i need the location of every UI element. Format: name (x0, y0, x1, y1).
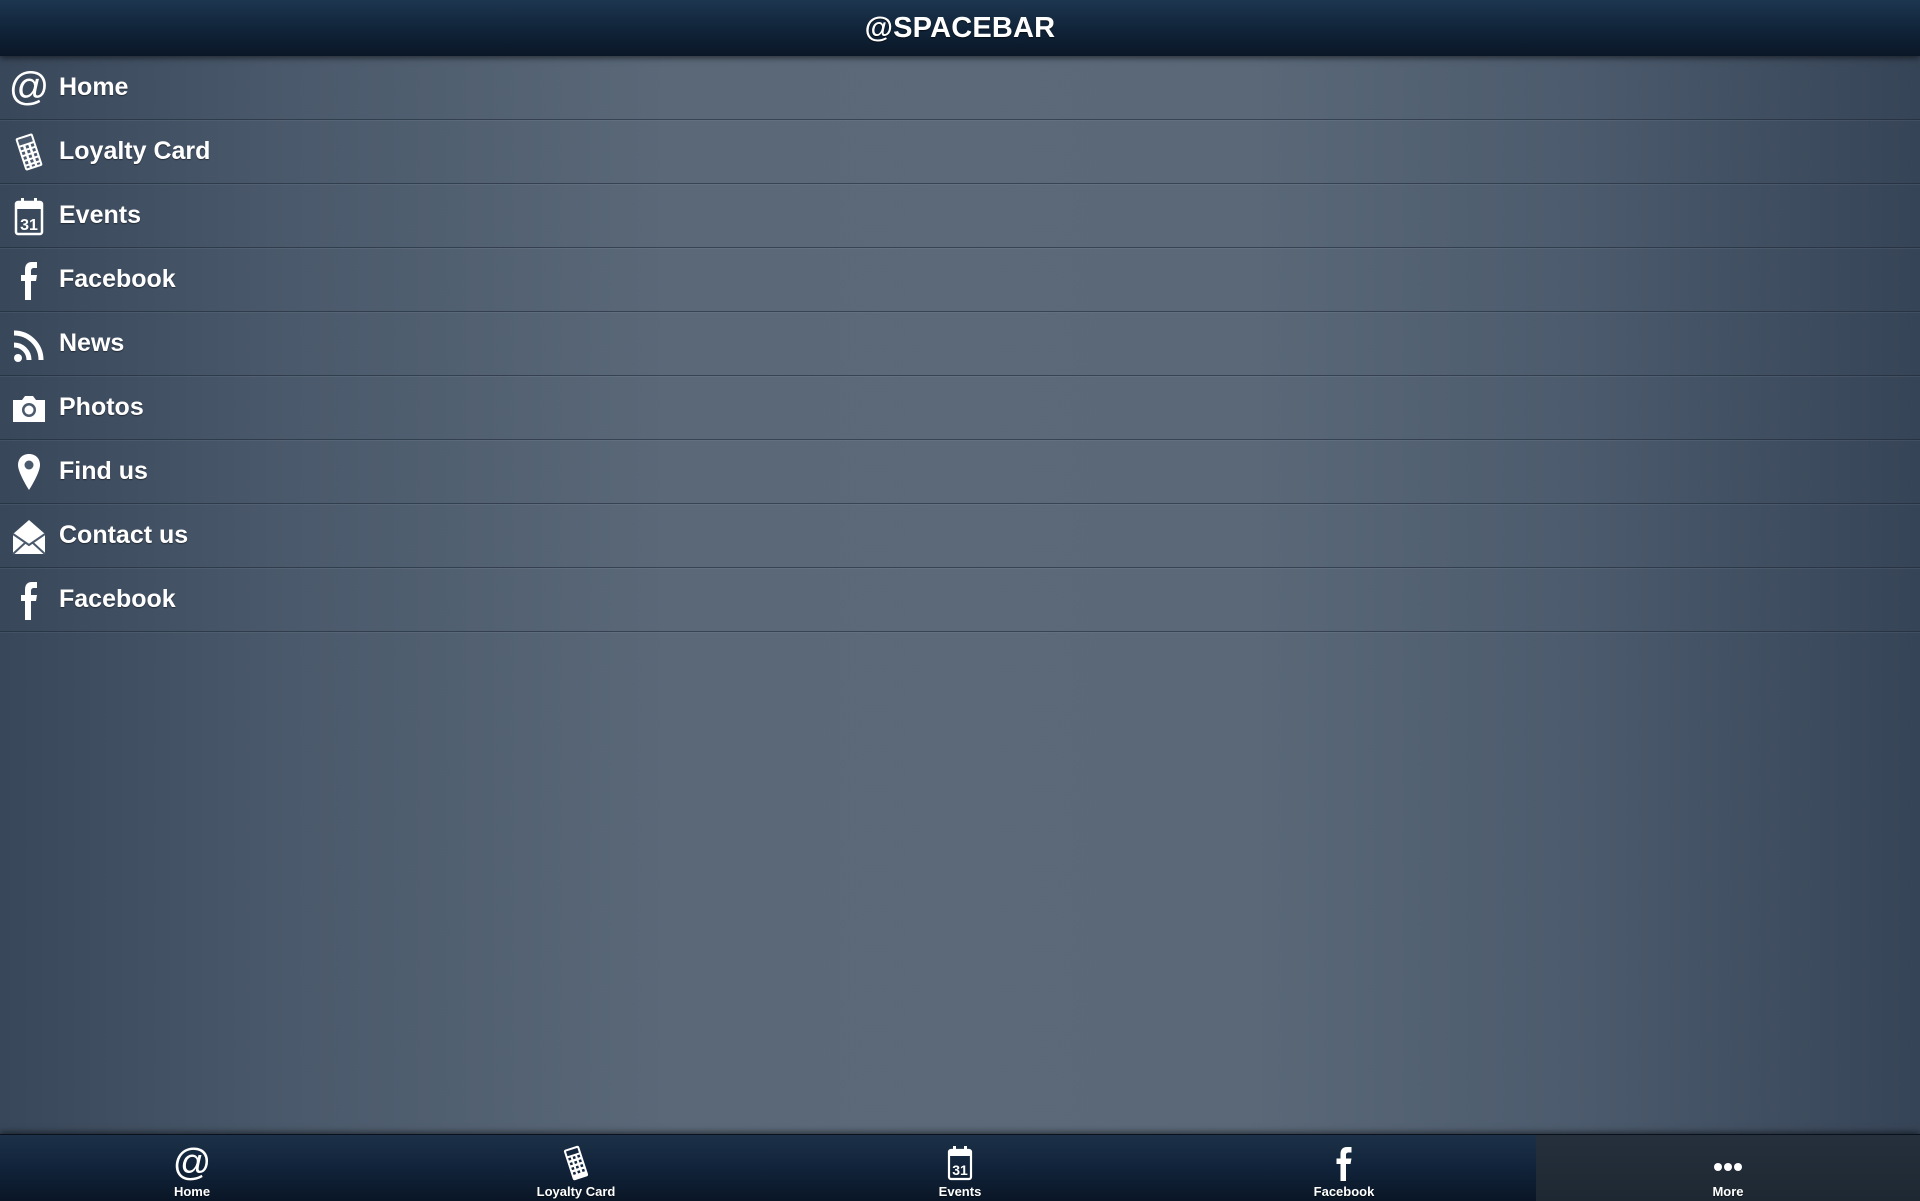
calculator-icon (12, 132, 46, 172)
menu-item-label: Events (59, 201, 141, 229)
svg-text:@: @ (173, 1142, 212, 1184)
menu-item-label: Contact us (59, 521, 189, 549)
at-icon: @ (173, 1142, 212, 1184)
menu-item-facebook[interactable]: Facebook (0, 248, 1920, 312)
calculator-icon (560, 1143, 592, 1183)
tab-home[interactable]: @ Home (0, 1135, 384, 1201)
menu-item-loyalty-card[interactable]: Loyalty Card (0, 120, 1920, 184)
top-header-bar: @SPACEBAR (0, 0, 1920, 56)
tab-more[interactable]: More (1536, 1135, 1920, 1201)
camera-icon (12, 388, 46, 428)
menu-item-contact-us[interactable]: Contact us (0, 504, 1920, 568)
at-icon: @ (9, 65, 50, 109)
envelope-icon (12, 516, 46, 556)
tab-loyalty-card[interactable]: Loyalty Card (384, 1135, 768, 1201)
rss-icon (12, 324, 46, 364)
menu-item-label: Facebook (59, 585, 176, 613)
menu-item-facebook-2[interactable]: Facebook (0, 568, 1920, 632)
menu-item-find-us[interactable]: Find us (0, 440, 1920, 504)
menu-item-label: Loyalty Card (59, 137, 211, 165)
tab-events[interactable]: 31 Events (768, 1135, 1152, 1201)
menu-item-label: Find us (59, 457, 148, 485)
tab-label: Events (938, 1184, 982, 1199)
tab-label: More (1712, 1184, 1744, 1199)
menu-item-photos[interactable]: Photos (0, 376, 1920, 440)
calendar-icon: 31 (12, 196, 46, 236)
menu-item-home[interactable]: @ Home (0, 56, 1920, 120)
main-menu-list: @ Home Loyalty Card 31 Events Facebook N… (0, 56, 1920, 632)
menu-item-label: Photos (59, 393, 144, 421)
facebook-icon (12, 580, 46, 620)
svg-text:31: 31 (952, 1162, 968, 1178)
menu-item-events[interactable]: 31 Events (0, 184, 1920, 248)
svg-text:@: @ (9, 65, 50, 109)
svg-text:31: 31 (20, 217, 38, 234)
app-title: @SPACEBAR (864, 11, 1056, 44)
calendar-icon: 31 (944, 1143, 976, 1183)
menu-item-news[interactable]: News (0, 312, 1920, 376)
tab-label: Home (173, 1184, 211, 1199)
menu-item-label: News (59, 329, 125, 357)
tab-label: Loyalty Card (536, 1184, 616, 1199)
menu-item-label: Facebook (59, 265, 176, 293)
tab-facebook[interactable]: Facebook (1152, 1135, 1536, 1201)
more-dots-icon (1712, 1143, 1744, 1183)
tab-label: Facebook (1313, 1184, 1375, 1199)
menu-item-label: Home (59, 73, 129, 101)
bottom-tab-bar: @ Home Loyalty Card 31 Events Facebook M… (0, 1134, 1920, 1201)
facebook-icon (12, 260, 46, 300)
facebook-icon (1328, 1143, 1360, 1183)
map-pin-icon (12, 452, 46, 492)
